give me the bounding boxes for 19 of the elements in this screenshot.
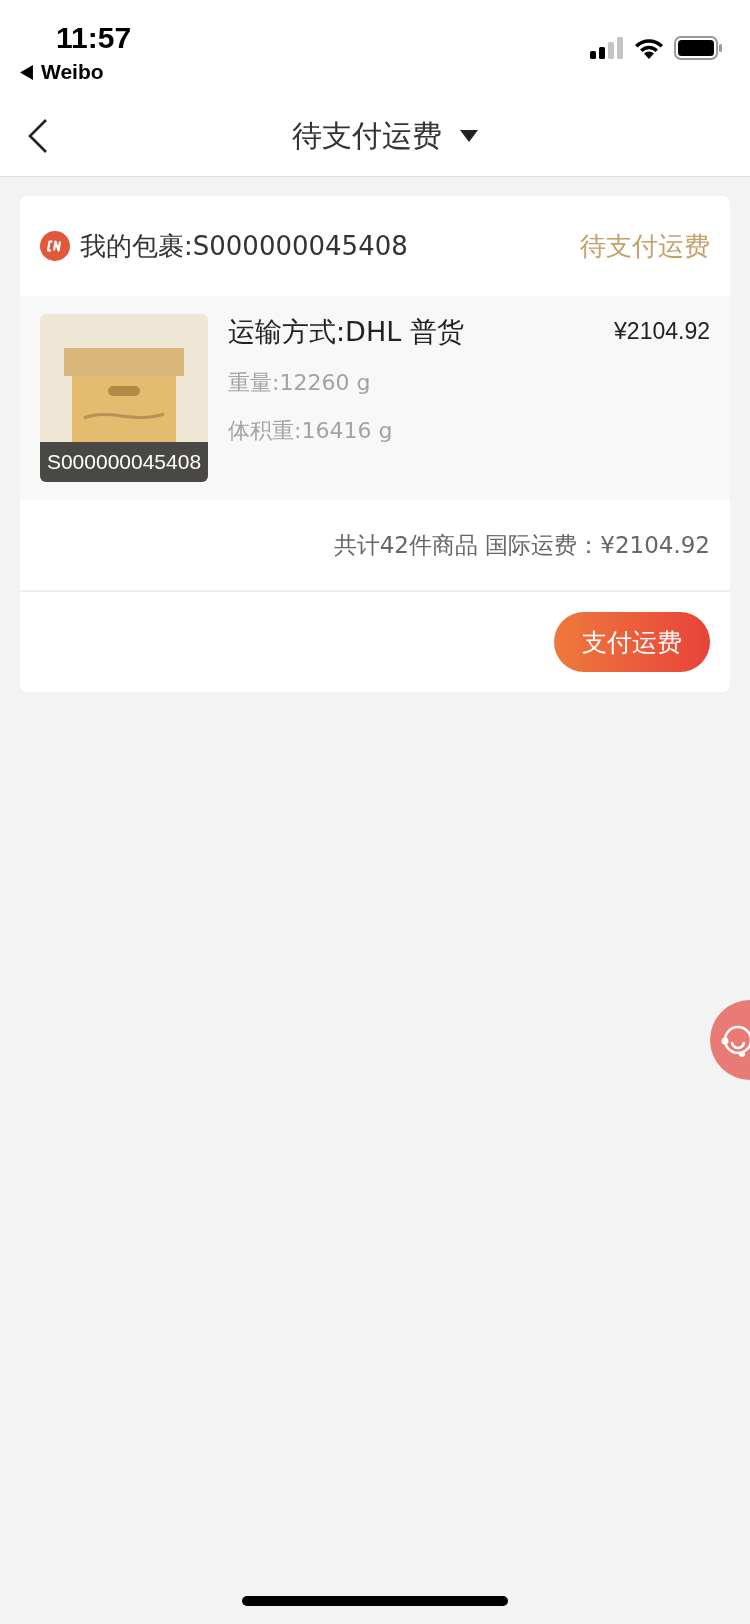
image-caption: S000000045408 xyxy=(40,442,208,482)
volumetric-weight-text: 体积重:16416 g xyxy=(228,417,394,445)
wifi-icon xyxy=(634,37,664,59)
back-triangle-icon[interactable] xyxy=(20,64,33,80)
package-status: 待支付运费 xyxy=(580,229,710,263)
item-price: ¥2104.92 xyxy=(614,317,710,346)
order-summary: 共计42件商品 国际运费：¥2104.92 xyxy=(333,530,710,560)
package-number: 我的包裹:S000000045408 xyxy=(80,229,408,263)
back-chevron-icon[interactable] xyxy=(28,119,48,153)
shipping-method: 运输方式:DHL 普货 xyxy=(228,315,465,349)
item-row[interactable]: S000000045408 运输方式:DHL 普货 重量:12260 g 体积重:16416 g ¥2104.92 xyxy=(20,296,730,500)
battery-icon xyxy=(674,36,722,60)
weight-text: 重量:12260 g xyxy=(228,369,372,397)
status-time: 11:57 xyxy=(56,20,132,56)
dropdown-caret-icon[interactable] xyxy=(460,130,478,142)
cn-logo-icon xyxy=(40,231,70,261)
back-to-app-link[interactable]: Weibo xyxy=(41,60,104,84)
signal-icon xyxy=(590,37,624,59)
page-title-dropdown[interactable]: 待支付运费 xyxy=(292,115,442,157)
